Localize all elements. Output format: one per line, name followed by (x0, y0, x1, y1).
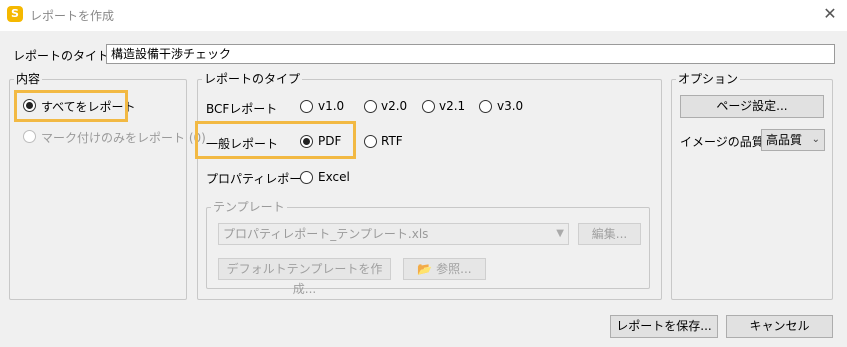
property-report-label: プロパティレポート (206, 172, 314, 186)
close-icon[interactable]: ✕ (818, 3, 842, 25)
browse-button: 📂 参照... (403, 258, 486, 280)
bcf-v30-radio[interactable] (479, 100, 492, 113)
bcf-v20-label[interactable]: v2.0 (381, 99, 407, 113)
bcf-v10-label[interactable]: v1.0 (318, 99, 344, 113)
image-quality-select[interactable]: 高品質 ⌄ (761, 129, 825, 151)
title-bar: S レポートを作成 ✕ (0, 0, 847, 31)
template-select-value: プロパティレポート_テンプレート.xls (223, 227, 429, 241)
rtf-label[interactable]: RTF (381, 134, 403, 148)
pdf-label[interactable]: PDF (318, 134, 341, 148)
image-quality-label: イメージの品質 (680, 135, 764, 149)
report-title-input[interactable]: 構造設備干渉チェック (106, 44, 835, 64)
bcf-v10-radio[interactable] (300, 100, 313, 113)
window-title: レポートを作成 (30, 9, 115, 23)
chevron-down-icon: ▼ (556, 228, 564, 239)
report-marked-radio (23, 130, 36, 143)
bcf-v30-label[interactable]: v3.0 (497, 99, 523, 113)
report-marked-label: マーク付けのみをレポート (0) (41, 131, 206, 145)
report-type-group-legend: レポートのタイプ (204, 72, 301, 86)
browse-label: 参照... (436, 262, 472, 276)
template-group-legend: テンプレート (213, 200, 285, 214)
excel-label[interactable]: Excel (318, 170, 350, 184)
report-all-radio[interactable] (23, 99, 36, 112)
rtf-radio[interactable] (364, 135, 377, 148)
bcf-report-label: BCFレポート (206, 102, 278, 116)
bcf-v21-label[interactable]: v2.1 (439, 99, 465, 113)
report-title-label: レポートのタイトル (13, 49, 122, 63)
app-logo-icon: S (7, 6, 23, 22)
edit-template-button: 編集... (578, 223, 641, 245)
save-report-button[interactable]: レポートを保存... (610, 315, 718, 338)
content-group-legend: 内容 (16, 72, 41, 86)
pdf-radio[interactable] (300, 135, 313, 148)
options-group-legend: オプション (678, 72, 739, 86)
page-setup-button[interactable]: ページ設定... (680, 95, 824, 118)
create-default-template-button: デフォルトテンプレートを作成... (218, 258, 391, 296)
image-quality-value: 高品質 (766, 133, 803, 147)
bcf-v21-radio[interactable] (422, 100, 435, 113)
chevron-down-icon: ⌄ (811, 134, 820, 145)
template-select: プロパティレポート_テンプレート.xls ▼ (218, 223, 569, 245)
cancel-button[interactable]: キャンセル (726, 315, 833, 338)
excel-radio[interactable] (300, 171, 313, 184)
bcf-v20-radio[interactable] (364, 100, 377, 113)
folder-icon: 📂 (417, 262, 433, 276)
report-all-label[interactable]: すべてをレポート (41, 98, 135, 115)
general-report-label: 一般レポート (206, 137, 279, 151)
